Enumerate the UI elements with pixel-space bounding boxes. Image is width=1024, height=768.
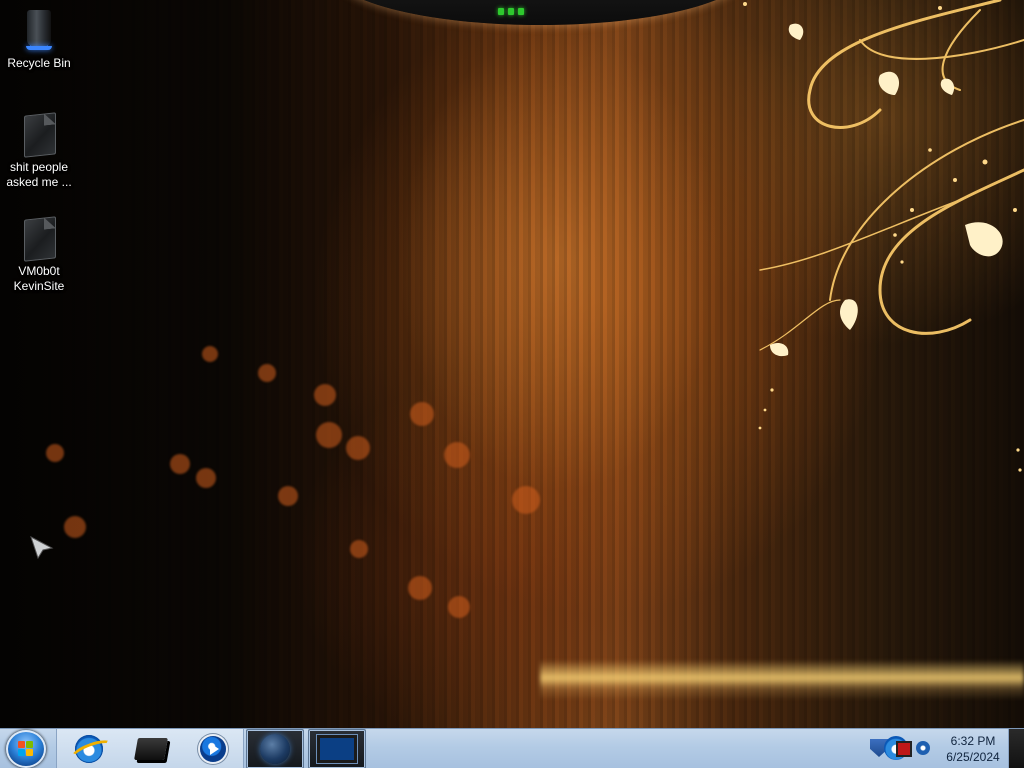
golden-light-bar [540, 660, 1024, 700]
desktop-icon-recycle-bin[interactable]: Recycle Bin [0, 8, 78, 71]
notification-area [866, 729, 936, 768]
golden-swirl-decoration [743, 0, 1024, 472]
flag-icon[interactable] [896, 741, 912, 757]
taskbar-window-vm[interactable] [308, 729, 366, 768]
virtual-machine-icon [317, 735, 357, 763]
folder-icon [21, 216, 57, 262]
pinned-apps [56, 729, 244, 768]
clock-date: 6/25/2024 [946, 750, 1000, 764]
taskbar-window-globe[interactable] [246, 729, 304, 768]
desktop-icon-label: shit people asked me ... [6, 160, 72, 189]
media-player-button[interactable] [187, 732, 239, 766]
clock[interactable]: 6:32 PM 6/25/2024 [940, 729, 1006, 768]
recycle-bin-icon [21, 8, 57, 52]
desktop-icon-folder-questions[interactable]: shit people asked me ... [0, 112, 78, 190]
desktop-icon-label: Recycle Bin [7, 56, 71, 70]
desktop-wallpaper [0, 0, 1024, 728]
desktop-icon-label: VM0b0t KevinSite [13, 264, 65, 293]
mouse-pointer-icon [30, 536, 54, 560]
clock-time: 6:32 PM [950, 734, 996, 748]
network-icon[interactable] [916, 741, 930, 755]
folder-icon [21, 112, 57, 158]
media-player-icon [200, 736, 226, 762]
show-desktop-button[interactable] [1008, 729, 1024, 768]
box-app-icon [134, 738, 168, 760]
box-app-button[interactable] [125, 732, 177, 766]
taskbar: 6:32 PM 6/25/2024 [0, 728, 1024, 768]
start-button[interactable] [6, 730, 46, 768]
desktop-icon-folder-vm0b0t[interactable]: VM0b0t KevinSite [0, 216, 78, 294]
internet-explorer-button[interactable] [63, 732, 115, 766]
internet-explorer-icon [75, 735, 103, 763]
globe-app-icon [260, 734, 290, 764]
windows-logo-icon [18, 741, 34, 757]
